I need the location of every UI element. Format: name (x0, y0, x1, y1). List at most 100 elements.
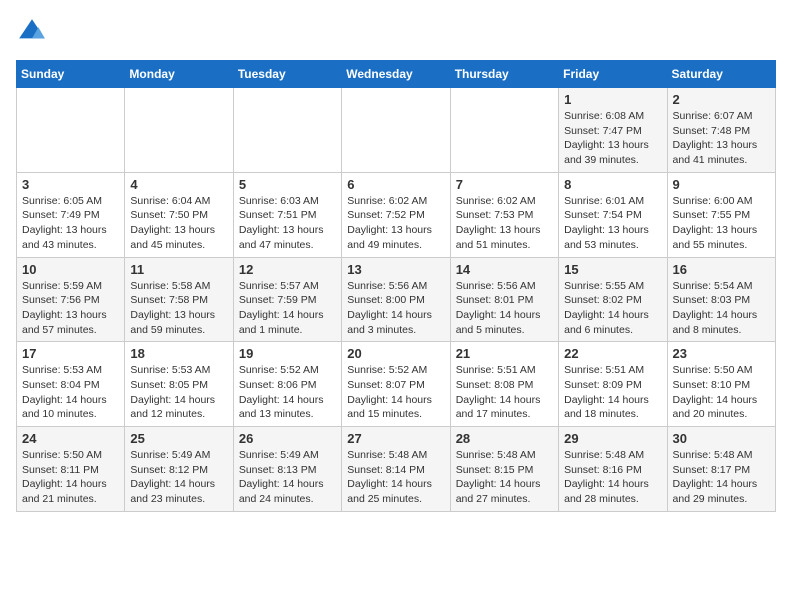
day-number: 6 (347, 177, 444, 192)
day-number: 18 (130, 346, 227, 361)
day-number: 21 (456, 346, 553, 361)
calendar-week-row: 17Sunrise: 5:53 AMSunset: 8:04 PMDayligh… (17, 342, 776, 427)
calendar-cell: 10 Sunrise: 5:59 AMSunset: 7:56 PMDayligh… (17, 257, 125, 342)
day-info: Sunrise: 5:52 AMSunset: 8:07 PMDaylight:… (347, 363, 444, 422)
day-info: Sunrise: 5:51 AMSunset: 8:08 PMDaylight:… (456, 363, 553, 422)
header-row: SundayMondayTuesdayWednesdayThursdayFrid… (17, 61, 776, 88)
day-number: 7 (456, 177, 553, 192)
day-number: 23 (673, 346, 770, 361)
weekday-header: Monday (125, 61, 233, 88)
weekday-header: Wednesday (342, 61, 450, 88)
calendar-cell: 17Sunrise: 5:53 AMSunset: 8:04 PMDayligh… (17, 342, 125, 427)
day-info: Sunrise: 6:08 AMSunset: 7:47 PMDaylight:… (564, 109, 661, 168)
day-number: 28 (456, 431, 553, 446)
day-number: 12 (239, 262, 336, 277)
calendar-cell: 13 Sunrise: 5:56 AMSunset: 8:00 PMDayligh… (342, 257, 450, 342)
day-number: 13 (347, 262, 444, 277)
calendar-cell: 22 Sunrise: 5:51 AMSunset: 8:09 PMDayligh… (559, 342, 667, 427)
day-info: Sunrise: 5:59 AMSunset: 7:56 PMDaylight:… (22, 279, 119, 338)
calendar-cell (17, 88, 125, 173)
day-info: Sunrise: 5:48 AMSunset: 8:16 PMDaylight:… (564, 448, 661, 507)
calendar-body: 1 Sunrise: 6:08 AMSunset: 7:47 PMDaylight… (17, 88, 776, 512)
calendar-cell: 26Sunrise: 5:49 AMSunset: 8:13 PMDayligh… (233, 427, 341, 512)
calendar-cell: 1 Sunrise: 6:08 AMSunset: 7:47 PMDaylight… (559, 88, 667, 173)
day-info: Sunrise: 5:48 AMSunset: 8:15 PMDaylight:… (456, 448, 553, 507)
calendar-cell: 23 Sunrise: 5:50 AMSunset: 8:10 PMDayligh… (667, 342, 775, 427)
weekday-header: Tuesday (233, 61, 341, 88)
day-info: Sunrise: 5:50 AMSunset: 8:10 PMDaylight:… (673, 363, 770, 422)
calendar-cell: 15Sunrise: 5:55 AMSunset: 8:02 PMDayligh… (559, 257, 667, 342)
calendar-header: SundayMondayTuesdayWednesdayThursdayFrid… (17, 61, 776, 88)
calendar-cell (233, 88, 341, 173)
day-number: 2 (673, 92, 770, 107)
day-info: Sunrise: 5:48 AMSunset: 8:14 PMDaylight:… (347, 448, 444, 507)
day-number: 16 (673, 262, 770, 277)
day-number: 27 (347, 431, 444, 446)
day-info: Sunrise: 5:53 AMSunset: 8:05 PMDaylight:… (130, 363, 227, 422)
calendar-cell: 19 Sunrise: 5:52 AMSunset: 8:06 PMDayligh… (233, 342, 341, 427)
day-number: 5 (239, 177, 336, 192)
day-number: 3 (22, 177, 119, 192)
day-info: Sunrise: 6:04 AMSunset: 7:50 PMDaylight:… (130, 194, 227, 253)
day-info: Sunrise: 6:01 AMSunset: 7:54 PMDaylight:… (564, 194, 661, 253)
day-info: Sunrise: 5:54 AMSunset: 8:03 PMDaylight:… (673, 279, 770, 338)
day-info: Sunrise: 5:51 AMSunset: 8:09 PMDaylight:… (564, 363, 661, 422)
calendar-week-row: 24Sunrise: 5:50 AMSunset: 8:11 PMDayligh… (17, 427, 776, 512)
weekday-header: Saturday (667, 61, 775, 88)
calendar-cell: 20 Sunrise: 5:52 AMSunset: 8:07 PMDayligh… (342, 342, 450, 427)
calendar-cell: 30Sunrise: 5:48 AMSunset: 8:17 PMDayligh… (667, 427, 775, 512)
day-number: 9 (673, 177, 770, 192)
day-info: Sunrise: 5:49 AMSunset: 8:12 PMDaylight:… (130, 448, 227, 507)
day-number: 19 (239, 346, 336, 361)
calendar-week-row: 10 Sunrise: 5:59 AMSunset: 7:56 PMDayligh… (17, 257, 776, 342)
calendar-cell: 21 Sunrise: 5:51 AMSunset: 8:08 PMDayligh… (450, 342, 558, 427)
day-info: Sunrise: 6:00 AMSunset: 7:55 PMDaylight:… (673, 194, 770, 253)
calendar-cell: 27 Sunrise: 5:48 AMSunset: 8:14 PMDayligh… (342, 427, 450, 512)
day-number: 11 (130, 262, 227, 277)
calendar-cell: 2 Sunrise: 6:07 AMSunset: 7:48 PMDaylight… (667, 88, 775, 173)
day-number: 20 (347, 346, 444, 361)
day-number: 17 (22, 346, 119, 361)
day-info: Sunrise: 5:56 AMSunset: 8:00 PMDaylight:… (347, 279, 444, 338)
day-info: Sunrise: 6:02 AMSunset: 7:52 PMDaylight:… (347, 194, 444, 253)
weekday-header: Friday (559, 61, 667, 88)
calendar-week-row: 1 Sunrise: 6:08 AMSunset: 7:47 PMDaylight… (17, 88, 776, 173)
day-info: Sunrise: 5:58 AMSunset: 7:58 PMDaylight:… (130, 279, 227, 338)
day-info: Sunrise: 6:03 AMSunset: 7:51 PMDaylight:… (239, 194, 336, 253)
day-number: 10 (22, 262, 119, 277)
day-info: Sunrise: 6:02 AMSunset: 7:53 PMDaylight:… (456, 194, 553, 253)
calendar-cell: 29Sunrise: 5:48 AMSunset: 8:16 PMDayligh… (559, 427, 667, 512)
day-info: Sunrise: 5:52 AMSunset: 8:06 PMDaylight:… (239, 363, 336, 422)
calendar-cell (342, 88, 450, 173)
day-number: 14 (456, 262, 553, 277)
day-number: 8 (564, 177, 661, 192)
weekday-header: Thursday (450, 61, 558, 88)
day-number: 30 (673, 431, 770, 446)
calendar-cell (450, 88, 558, 173)
page-header (16, 16, 776, 48)
calendar-cell: 7 Sunrise: 6:02 AMSunset: 7:53 PMDaylight… (450, 172, 558, 257)
day-info: Sunrise: 5:50 AMSunset: 8:11 PMDaylight:… (22, 448, 119, 507)
calendar-cell: 24Sunrise: 5:50 AMSunset: 8:11 PMDayligh… (17, 427, 125, 512)
calendar-week-row: 3 Sunrise: 6:05 AMSunset: 7:49 PMDaylight… (17, 172, 776, 257)
day-info: Sunrise: 5:49 AMSunset: 8:13 PMDaylight:… (239, 448, 336, 507)
day-number: 15 (564, 262, 661, 277)
day-number: 25 (130, 431, 227, 446)
calendar-cell: 12Sunrise: 5:57 AMSunset: 7:59 PMDayligh… (233, 257, 341, 342)
calendar-cell (125, 88, 233, 173)
day-number: 1 (564, 92, 661, 107)
day-info: Sunrise: 6:05 AMSunset: 7:49 PMDaylight:… (22, 194, 119, 253)
day-info: Sunrise: 6:07 AMSunset: 7:48 PMDaylight:… (673, 109, 770, 168)
calendar-cell: 3 Sunrise: 6:05 AMSunset: 7:49 PMDaylight… (17, 172, 125, 257)
calendar-cell: 28 Sunrise: 5:48 AMSunset: 8:15 PMDayligh… (450, 427, 558, 512)
calendar-cell: 18 Sunrise: 5:53 AMSunset: 8:05 PMDayligh… (125, 342, 233, 427)
calendar-cell: 4Sunrise: 6:04 AMSunset: 7:50 PMDaylight… (125, 172, 233, 257)
day-info: Sunrise: 5:56 AMSunset: 8:01 PMDaylight:… (456, 279, 553, 338)
calendar-cell: 5 Sunrise: 6:03 AMSunset: 7:51 PMDaylight… (233, 172, 341, 257)
calendar-cell: 14 Sunrise: 5:56 AMSunset: 8:01 PMDayligh… (450, 257, 558, 342)
calendar-cell: 8 Sunrise: 6:01 AMSunset: 7:54 PMDaylight… (559, 172, 667, 257)
day-number: 22 (564, 346, 661, 361)
calendar-cell: 16 Sunrise: 5:54 AMSunset: 8:03 PMDayligh… (667, 257, 775, 342)
calendar-table: SundayMondayTuesdayWednesdayThursdayFrid… (16, 60, 776, 512)
weekday-header: Sunday (17, 61, 125, 88)
